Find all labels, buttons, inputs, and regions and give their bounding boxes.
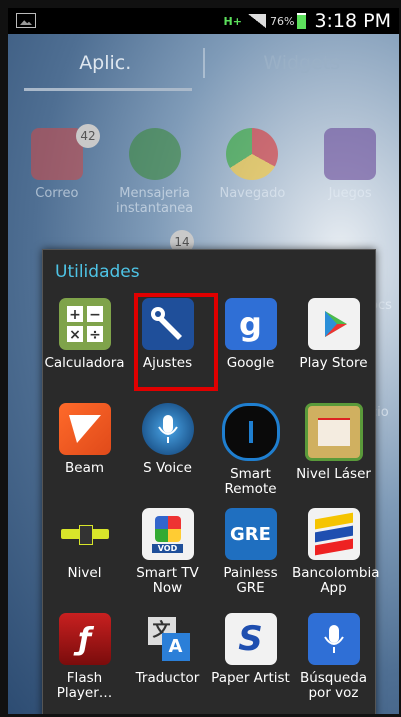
app-voice-search[interactable]: Búsqueda por voz [292, 605, 375, 710]
app-drawer-tabs: Aplic. Widgets [8, 34, 399, 92]
tab-apps[interactable]: Aplic. [8, 52, 203, 74]
bg-app-messenger[interactable]: Mensajeria instantanea [110, 128, 200, 216]
smart-remote-icon [221, 403, 280, 461]
google-icon: g [224, 298, 277, 350]
battery-icon [297, 13, 307, 29]
app-level[interactable]: Nivel [43, 500, 126, 605]
active-tab-indicator [24, 88, 192, 91]
play-store-icon [307, 298, 360, 350]
folder-title: Utilidades [55, 262, 140, 282]
app-smart-remote[interactable]: Smart Remote [209, 395, 292, 500]
beam-icon [58, 403, 111, 455]
paper-artist-icon: S [224, 613, 277, 665]
app-settings[interactable]: Ajustes [126, 290, 209, 395]
app-s-voice[interactable]: S Voice [126, 395, 209, 500]
settings-wrench-icon [141, 298, 194, 350]
app-bancolombia[interactable]: Bancolombia App [292, 500, 380, 605]
flash-icon: ƒ [58, 613, 111, 665]
app-translator[interactable]: 文 A Traductor [126, 605, 209, 710]
network-type: H+ [223, 14, 242, 28]
folder-app-grid: + − × ÷ Calculadora Ajustes g Google Play S… [43, 290, 380, 710]
folder-popup-utilidades: Utilidades + − × ÷ Calculadora Ajustes g Go… [42, 249, 380, 714]
app-beam[interactable]: Beam [43, 395, 126, 500]
level-icon [59, 508, 111, 560]
bg-app-browser[interactable]: Navegado [207, 128, 297, 216]
tab-widgets[interactable]: Widgets [205, 52, 400, 74]
app-laser-level[interactable]: Nivel Láser [292, 395, 375, 500]
battery-percent: 76% [269, 14, 295, 28]
email-badge: 42 [76, 124, 100, 148]
gallery-notification-icon [16, 13, 36, 28]
voice-search-icon [307, 613, 360, 665]
gre-icon: GRE [224, 508, 277, 560]
signal-icon [247, 14, 266, 28]
chat-icon [128, 128, 181, 180]
background-app-row: Correo Mensajeria instantanea Navegado J… [8, 128, 399, 216]
app-painless-gre[interactable]: GRE Painless GRE [209, 500, 292, 605]
bancolombia-icon [307, 508, 360, 560]
app-smart-tv-now[interactable]: VOD Smart TV Now [126, 500, 209, 605]
translator-icon: 文 A [142, 613, 194, 665]
app-google[interactable]: g Google [209, 290, 292, 395]
microphone-icon [141, 403, 194, 455]
clock: 3:18 PM [314, 10, 391, 32]
svg-text:÷: ÷ [89, 327, 101, 343]
bg-app-games[interactable]: Juegos [305, 128, 395, 216]
app-flash-player[interactable]: ƒ Flash Player… [43, 605, 126, 710]
svg-text:+: + [69, 307, 81, 323]
app-paper-artist[interactable]: S Paper Artist [209, 605, 292, 710]
smart-tv-now-icon: VOD [141, 508, 194, 560]
phone-screen: H+ 76% 3:18 PM Aplic. Widgets Correo Men… [8, 8, 399, 714]
svg-text:−: − [89, 307, 101, 323]
chrome-icon [226, 128, 279, 180]
laser-level-icon [304, 403, 363, 461]
status-bar: H+ 76% 3:18 PM [8, 8, 399, 34]
app-play-store[interactable]: Play Store [292, 290, 375, 395]
app-calculator[interactable]: + − × ÷ Calculadora [43, 290, 126, 395]
games-icon [324, 128, 377, 180]
svg-text:×: × [69, 327, 81, 343]
calculator-icon: + − × ÷ [58, 298, 111, 350]
